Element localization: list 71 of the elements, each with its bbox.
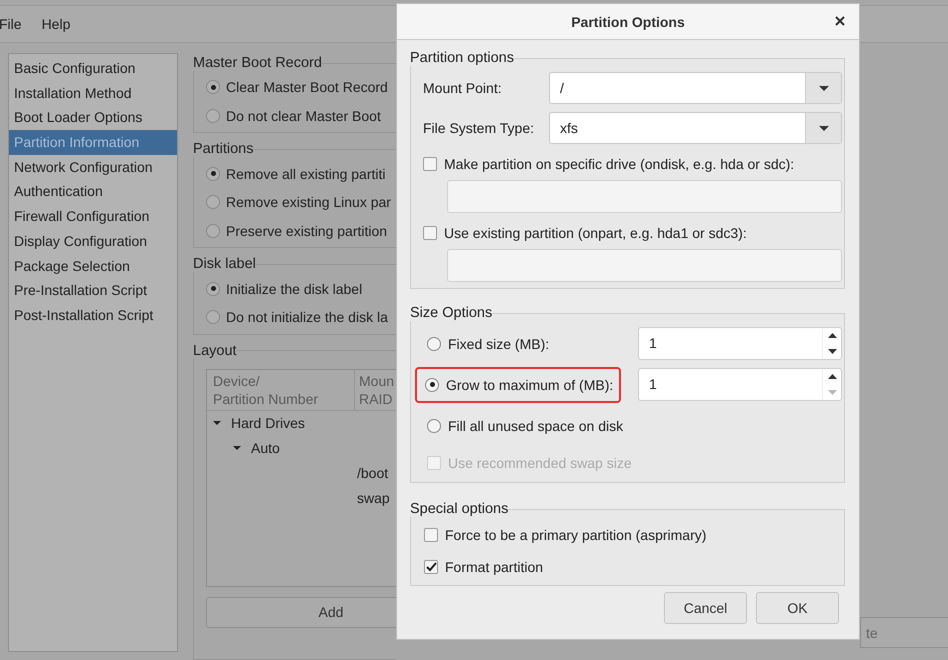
tree-item[interactable]: Hard Drives (231, 415, 305, 432)
combo-box[interactable]: xfs (549, 112, 842, 144)
radio-label[interactable]: Grow to maximum of (MB): (446, 376, 614, 392)
radio-button[interactable] (427, 418, 441, 432)
radio-label[interactable]: Initialize the disk label (226, 280, 362, 297)
checkbox-label[interactable]: Use existing partition (onpart, e.g. hda1 or sdc3): (444, 225, 747, 241)
radio-label[interactable]: Fill all unused space on disk (448, 418, 624, 434)
radio-button[interactable] (427, 336, 441, 350)
ok-button[interactable]: OK (756, 592, 839, 624)
group-title: Size Options (410, 305, 492, 321)
sidebar-item[interactable]: Package Selection (9, 254, 177, 278)
checkbox[interactable] (424, 560, 438, 574)
radio-label[interactable]: Do not initialize the disk la (226, 309, 388, 326)
sidebar-item[interactable]: Boot Loader Options (9, 105, 177, 130)
expanded-arrow-icon[interactable] (233, 445, 241, 452)
checkbox[interactable] (423, 226, 437, 240)
radio-button[interactable] (206, 195, 220, 210)
radio-button[interactable] (206, 80, 220, 94)
radio-label[interactable]: Preserve existing partition (226, 223, 388, 240)
radio-button[interactable] (206, 166, 220, 181)
sidebar-item[interactable]: Installation Method (9, 80, 177, 106)
decrement-arrow-icon[interactable] (828, 348, 836, 354)
group-title: Special options (410, 501, 508, 517)
radio-label[interactable]: Remove all existing partiti (226, 166, 386, 182)
sidebar-item[interactable]: Firewall Configuration (9, 204, 177, 229)
spin-box[interactable]: 1 (638, 327, 842, 360)
sidebar-item[interactable]: Network Configuration (9, 154, 177, 180)
field-label: File System Type: (423, 120, 536, 136)
sidebar-item[interactable]: Post-Installation Script (9, 302, 177, 328)
sidebar-item[interactable]: Pre-Installation Script (9, 278, 177, 303)
cancel-button[interactable]: Cancel (664, 592, 747, 624)
checkbox[interactable] (423, 157, 437, 171)
group-title: Layout (193, 342, 237, 359)
group-title: Partition options (410, 50, 514, 66)
radio-button[interactable] (206, 224, 220, 238)
menu-item[interactable]: Help (40, 16, 72, 32)
radio-label[interactable]: Remove existing Linux par (226, 194, 391, 210)
menu-item[interactable]: File (0, 16, 24, 32)
sidebar-item[interactable]: Authentication (9, 179, 177, 204)
combo-box[interactable]: / (549, 72, 842, 104)
radio-label[interactable]: Clear Master Boot Record (226, 79, 388, 96)
input-field[interactable] (447, 249, 842, 282)
radio-button[interactable] (206, 282, 220, 296)
input-field[interactable] (447, 180, 842, 213)
radio-button[interactable] (206, 109, 220, 124)
checkbox-label[interactable]: Force to be a primary partition (asprimary) (445, 527, 706, 543)
group-title: Disk label (193, 256, 256, 272)
radio-label[interactable]: Fixed size (MB): (448, 336, 550, 352)
tree-cell: /boot (357, 465, 388, 482)
field-label: Mount Point: (423, 80, 503, 96)
checkbox-label[interactable]: Make partition on specific drive (ondisk, e.g. hda or sdc): (444, 156, 794, 172)
checkbox-label[interactable]: Format partition (445, 559, 544, 575)
sidebar-item[interactable]: Display Configuration (9, 228, 177, 254)
group-title: Master Boot Record (193, 55, 322, 71)
radio-label[interactable]: Do not clear Master Boot (226, 108, 381, 124)
tree-cell: swap (357, 490, 390, 506)
add-button[interactable]: Add (206, 596, 396, 628)
dropdown-arrow-icon[interactable] (818, 126, 828, 130)
spin-box[interactable]: 1 (638, 368, 842, 401)
dropdown-arrow-icon[interactable] (818, 86, 828, 90)
sidebar-item[interactable]: Basic Configuration (9, 56, 177, 81)
increment-arrow-icon[interactable] (828, 374, 836, 380)
expanded-arrow-icon[interactable] (213, 420, 221, 426)
increment-arrow-icon[interactable] (828, 333, 836, 338)
window-title: Partition Options (571, 14, 685, 30)
group-title: Partitions (193, 141, 254, 158)
close-icon[interactable] (835, 16, 845, 26)
radio-button[interactable] (206, 310, 220, 324)
tree-item[interactable]: Auto (251, 440, 280, 456)
checkbox[interactable] (424, 528, 438, 542)
radio-button[interactable] (425, 378, 439, 392)
